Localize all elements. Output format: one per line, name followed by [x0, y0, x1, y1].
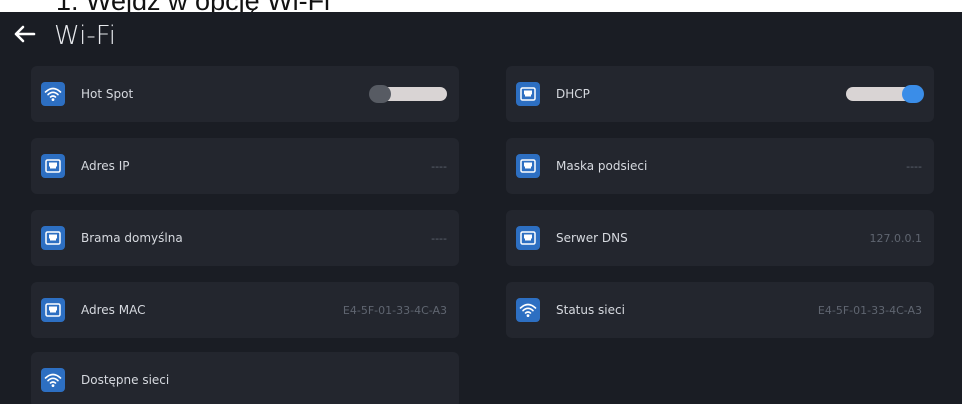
- wifi-icon: [516, 298, 540, 322]
- ip-address-label: Adres IP: [81, 159, 130, 173]
- toggle-knob: [902, 85, 924, 103]
- mac-address-row[interactable]: Adres MAC E4-5F-01-33-4C-A3: [31, 282, 459, 338]
- dns-server-value: 127.0.0.1: [869, 231, 922, 245]
- default-gateway-label: Brama domyślna: [81, 231, 183, 245]
- network-port-icon: [41, 226, 65, 250]
- hot-spot-label: Hot Spot: [81, 87, 134, 101]
- top-bar: Wi-Fi: [0, 12, 962, 60]
- subnet-mask-label: Maska podsieci: [556, 159, 648, 173]
- wifi-screen: Wi-Fi Hot Spot DHCP Adres IP ---- Maska …: [0, 12, 962, 404]
- network-status-value: E4-5F-01-33-4C-A3: [817, 303, 922, 317]
- mac-address-value: E4-5F-01-33-4C-A3: [342, 303, 447, 317]
- dhcp-label: DHCP: [556, 87, 590, 101]
- available-networks-label: Dostępne sieci: [81, 373, 170, 387]
- subnet-mask-row[interactable]: Maska podsieci ----: [506, 138, 934, 194]
- network-port-icon: [41, 154, 65, 178]
- ip-address-row[interactable]: Adres IP ----: [31, 138, 459, 194]
- page-title: Wi-Fi: [54, 21, 117, 51]
- available-networks-row[interactable]: Dostępne sieci: [31, 352, 459, 404]
- arrow-left-icon: [12, 24, 36, 49]
- toggle-knob: [369, 85, 391, 103]
- network-status-label: Status sieci: [556, 303, 625, 317]
- subnet-mask-value: ----: [906, 159, 922, 173]
- wifi-icon: [41, 368, 65, 392]
- network-port-icon: [41, 298, 65, 322]
- dns-server-label: Serwer DNS: [556, 231, 628, 245]
- network-port-icon: [516, 226, 540, 250]
- back-button[interactable]: [4, 16, 44, 56]
- ip-address-value: ----: [431, 159, 447, 173]
- wifi-icon: [41, 82, 65, 106]
- dhcp-row[interactable]: DHCP: [506, 66, 934, 122]
- network-port-icon: [516, 82, 540, 106]
- dhcp-toggle[interactable]: [846, 85, 924, 103]
- mac-address-label: Adres MAC: [81, 303, 146, 317]
- hot-spot-toggle[interactable]: [369, 85, 447, 103]
- default-gateway-value: ----: [431, 231, 447, 245]
- network-port-icon: [516, 154, 540, 178]
- hot-spot-row[interactable]: Hot Spot: [31, 66, 459, 122]
- default-gateway-row[interactable]: Brama domyślna ----: [31, 210, 459, 266]
- dns-server-row[interactable]: Serwer DNS 127.0.0.1: [506, 210, 934, 266]
- network-status-row[interactable]: Status sieci E4-5F-01-33-4C-A3: [506, 282, 934, 338]
